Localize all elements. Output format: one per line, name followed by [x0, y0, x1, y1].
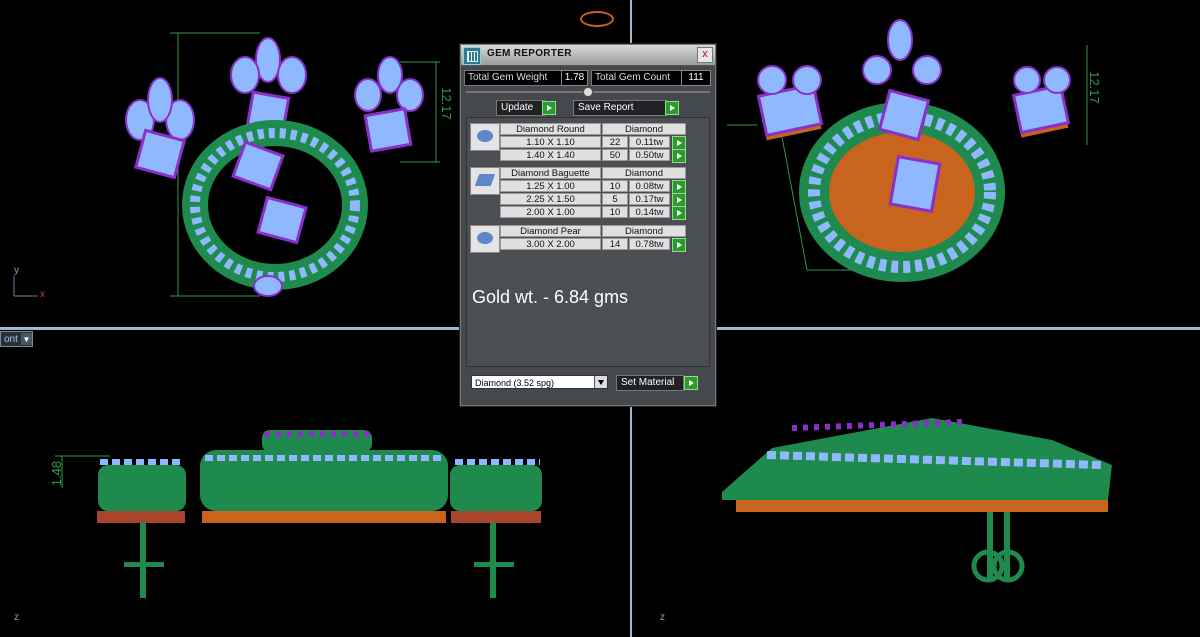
- gem-size: 1.10 X 1.10: [500, 136, 601, 148]
- select-gems-go-icon[interactable]: [672, 149, 686, 163]
- chevron-down-icon[interactable]: ▼: [20, 333, 32, 345]
- dimension-label: 1.48: [49, 460, 65, 487]
- update-go-icon[interactable]: [542, 101, 556, 115]
- gold-weight-text: Gold wt. - 6.84 gms: [472, 287, 629, 307]
- gem-count: 14: [602, 238, 628, 250]
- gem-count: 10: [602, 180, 628, 192]
- baguette-gem-icon: [470, 167, 500, 195]
- total-gem-count-value: 111: [681, 70, 711, 86]
- save-report-button[interactable]: Save Report: [573, 100, 667, 116]
- slider-handle[interactable]: [583, 87, 593, 97]
- gem-size: 2.25 X 1.50: [500, 193, 601, 205]
- gem-weight: 0.11tw: [629, 136, 670, 148]
- panel-title: GEM REPORTER: [487, 48, 572, 59]
- gem-weight: 0.08tw: [629, 180, 670, 192]
- axis-z-label: z: [14, 612, 19, 623]
- axis-x-label: x: [40, 289, 45, 300]
- round-gem-icon: [470, 123, 500, 151]
- set-material-button[interactable]: Set Material: [616, 375, 684, 391]
- gem-group-material: Diamond: [602, 123, 686, 135]
- viewport-bottom-right[interactable]: z: [632, 330, 1200, 637]
- update-button[interactable]: Update: [496, 100, 545, 116]
- gem-reporter-logo-icon: [463, 47, 481, 65]
- select-gems-go-icon[interactable]: [672, 193, 686, 207]
- earring-side-view: [722, 418, 1112, 583]
- select-gems-go-icon[interactable]: [672, 238, 686, 252]
- gem-weight: 0.78tw: [629, 238, 670, 250]
- viewport-top-right[interactable]: 12.17: [632, 0, 1200, 327]
- total-gem-weight-value: 1.78: [561, 70, 588, 86]
- pivot-marker-icon: [580, 11, 614, 27]
- gem-size: 1.25 X 1.00: [500, 180, 601, 192]
- gem-size: 3.00 X 2.00: [500, 238, 601, 250]
- gem-weight: 0.17tw: [629, 193, 670, 205]
- gem-count: 22: [602, 136, 628, 148]
- gem-weight: 0.50tw: [629, 149, 670, 161]
- gem-count: 5: [602, 193, 628, 205]
- panel-titlebar[interactable]: GEM REPORTER x: [461, 45, 715, 66]
- dimension-label: 12.17: [1086, 71, 1102, 104]
- select-gems-go-icon[interactable]: [672, 206, 686, 220]
- total-gem-count-label: Total Gem Count: [591, 70, 683, 86]
- gem-group-material: Diamond: [602, 225, 686, 237]
- view-type-menu[interactable]: ont ▼: [0, 331, 33, 347]
- total-gem-weight-label: Total Gem Weight: [464, 70, 563, 86]
- dimension-label: 12.17: [438, 87, 454, 120]
- gem-size: 2.00 X 1.00: [500, 206, 601, 218]
- gem-group-material: Diamond: [602, 167, 686, 179]
- gem-group-name: Diamond Round: [500, 123, 601, 135]
- gem-weight: 0.14tw: [629, 206, 670, 218]
- set-material-go-icon[interactable]: [684, 376, 698, 390]
- gem-group-name: Diamond Pear: [500, 225, 601, 237]
- save-report-go-icon[interactable]: [665, 101, 679, 115]
- select-gems-go-icon[interactable]: [672, 180, 686, 194]
- gem-count: 50: [602, 149, 628, 161]
- earring-perspective-view: [727, 19, 1088, 282]
- view-type-label: ont: [4, 333, 18, 345]
- material-select-value: Diamond (3.52 spg): [475, 378, 555, 388]
- chevron-down-icon[interactable]: [594, 376, 607, 388]
- gem-group-name: Diamond Baguette: [500, 167, 601, 179]
- gem-count: 10: [602, 206, 628, 218]
- material-select[interactable]: Diamond (3.52 spg): [471, 375, 608, 389]
- pear-gem-icon: [470, 225, 500, 253]
- close-button[interactable]: x: [697, 47, 713, 63]
- select-gems-go-icon[interactable]: [672, 136, 686, 150]
- axis-z-label: z: [660, 612, 665, 623]
- axis-y-label: y: [14, 265, 19, 276]
- gem-size: 1.40 X 1.40: [500, 149, 601, 161]
